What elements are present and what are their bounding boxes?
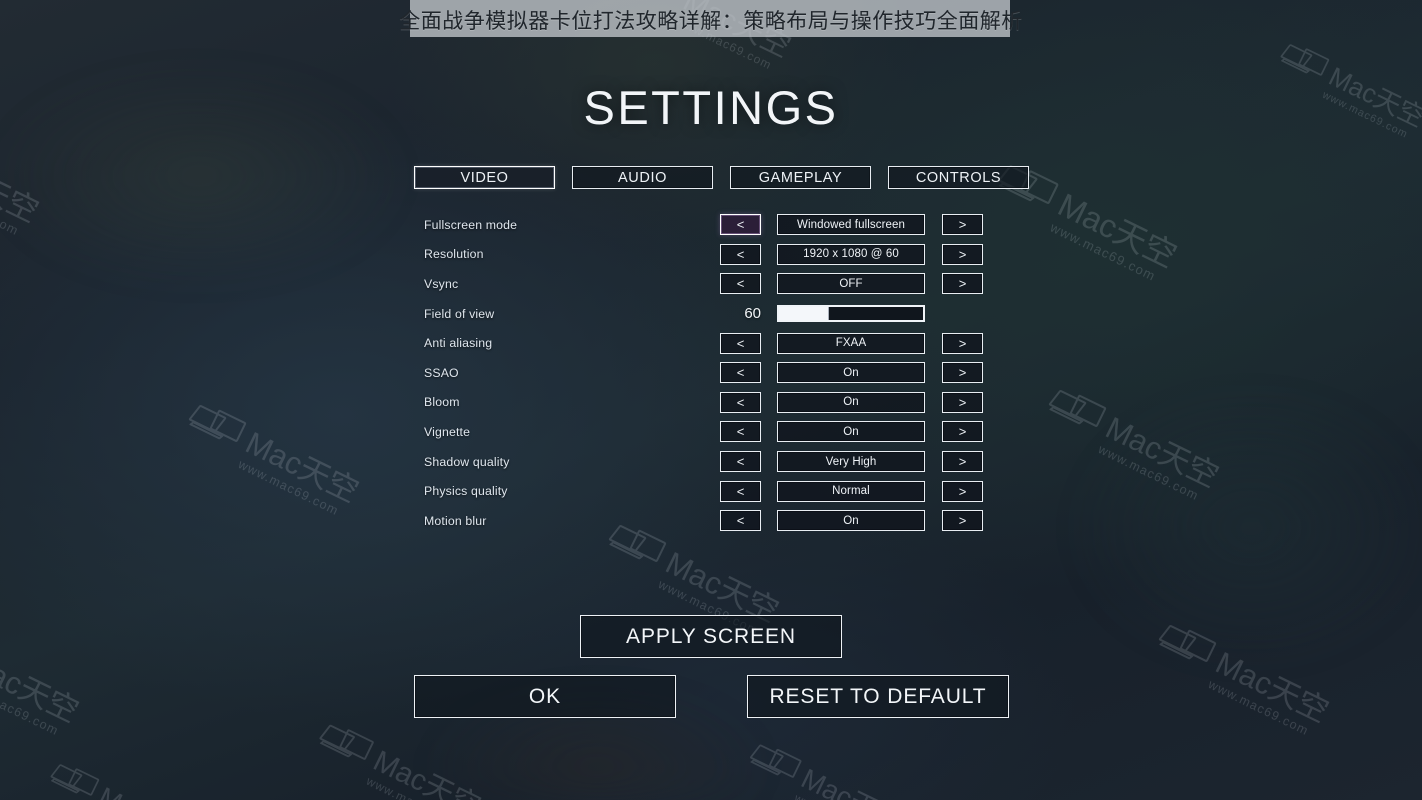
setting-value[interactable]: On — [777, 362, 925, 384]
chevron-right-icon[interactable]: > — [942, 480, 983, 502]
setting-row: SSAO < On > — [0, 358, 1422, 388]
chevron-right-icon[interactable]: > — [942, 510, 983, 532]
setting-value[interactable]: Windowed fullscreen — [777, 214, 925, 236]
chevron-right-icon[interactable]: > — [942, 332, 983, 354]
chevron-right-icon[interactable]: > — [942, 451, 983, 473]
tab-audio[interactable]: AUDIO — [572, 166, 713, 189]
setting-label: Motion blur — [424, 513, 487, 528]
setting-label: Field of view — [424, 306, 495, 321]
slider-fill — [779, 307, 830, 321]
setting-label: Fullscreen mode — [424, 217, 518, 232]
chevron-left-icon[interactable]: < — [720, 421, 761, 443]
settings-menu: SETTINGS VIDEO AUDIO GAMEPLAY CONTROLS Full… — [0, 0, 1422, 800]
setting-label: SSAO — [424, 365, 459, 380]
chevron-left-icon[interactable]: < — [720, 510, 761, 532]
apply-screen-button[interactable]: APPLY SCREEN — [580, 615, 842, 658]
chevron-right-icon[interactable]: > — [942, 214, 983, 236]
slider-value: 60 — [744, 305, 761, 323]
setting-row: Motion blur < On > — [0, 506, 1422, 536]
setting-value[interactable]: On — [777, 391, 925, 413]
ok-button[interactable]: OK — [414, 675, 676, 718]
chevron-right-icon[interactable]: > — [942, 421, 983, 443]
setting-row: Field of view 60 — [0, 299, 1422, 329]
chevron-left-icon[interactable]: < — [720, 391, 761, 413]
chevron-left-icon[interactable]: < — [720, 362, 761, 384]
setting-label: Physics quality — [424, 484, 508, 499]
settings-tab-bar: VIDEO AUDIO GAMEPLAY CONTROLS — [414, 166, 1029, 189]
chevron-right-icon[interactable]: > — [942, 391, 983, 413]
setting-row: Resolution <1920 x 1080 @ 60 > — [0, 240, 1422, 270]
tab-video[interactable]: VIDEO — [414, 166, 555, 189]
setting-row: Vsync < OFF > — [0, 269, 1422, 299]
tab-controls[interactable]: CONTROLS — [888, 166, 1029, 189]
chevron-left-icon[interactable]: < — [720, 451, 761, 473]
setting-label: Vsync — [424, 276, 459, 291]
chevron-left-icon[interactable]: < — [720, 214, 761, 236]
chevron-left-icon[interactable]: < — [720, 243, 761, 265]
chevron-right-icon[interactable]: > — [942, 362, 983, 384]
field-of-view-slider[interactable] — [777, 305, 925, 323]
setting-value[interactable]: FXAA — [777, 332, 925, 354]
setting-row: Fullscreen mode < Windowed fullscreen > — [0, 210, 1422, 240]
setting-label: Anti aliasing — [424, 336, 493, 351]
setting-row: Bloom < On > — [0, 388, 1422, 418]
setting-value[interactable]: 1920 x 1080 @ 60 — [777, 243, 925, 265]
setting-value[interactable]: On — [777, 421, 925, 443]
setting-value[interactable]: On — [777, 510, 925, 532]
setting-value[interactable]: OFF — [777, 273, 925, 295]
setting-label: Shadow quality — [424, 454, 510, 469]
setting-label: Vignette — [424, 424, 471, 439]
tab-gameplay[interactable]: GAMEPLAY — [730, 166, 871, 189]
setting-row: Physics quality < Normal > — [0, 476, 1422, 506]
setting-row: Anti aliasing < FXAA > — [0, 328, 1422, 358]
settings-rows: Fullscreen mode < Windowed fullscreen > Reso… — [0, 210, 1422, 536]
chevron-left-icon[interactable]: < — [720, 480, 761, 502]
chevron-right-icon[interactable]: > — [942, 243, 983, 265]
setting-row: Shadow quality < Very High > — [0, 447, 1422, 477]
setting-label: Resolution — [424, 247, 484, 262]
chevron-right-icon[interactable]: > — [942, 273, 983, 295]
setting-label: Bloom — [424, 395, 460, 410]
setting-row: Vignette < On > — [0, 417, 1422, 447]
setting-value[interactable]: Normal — [777, 480, 925, 502]
setting-value[interactable]: Very High — [777, 451, 925, 473]
reset-to-default-button[interactable]: RESET TO DEFAULT — [747, 675, 1009, 718]
settings-heading: SETTINGS — [583, 81, 839, 134]
chevron-left-icon[interactable]: < — [720, 273, 761, 295]
chevron-left-icon[interactable]: < — [720, 332, 761, 354]
